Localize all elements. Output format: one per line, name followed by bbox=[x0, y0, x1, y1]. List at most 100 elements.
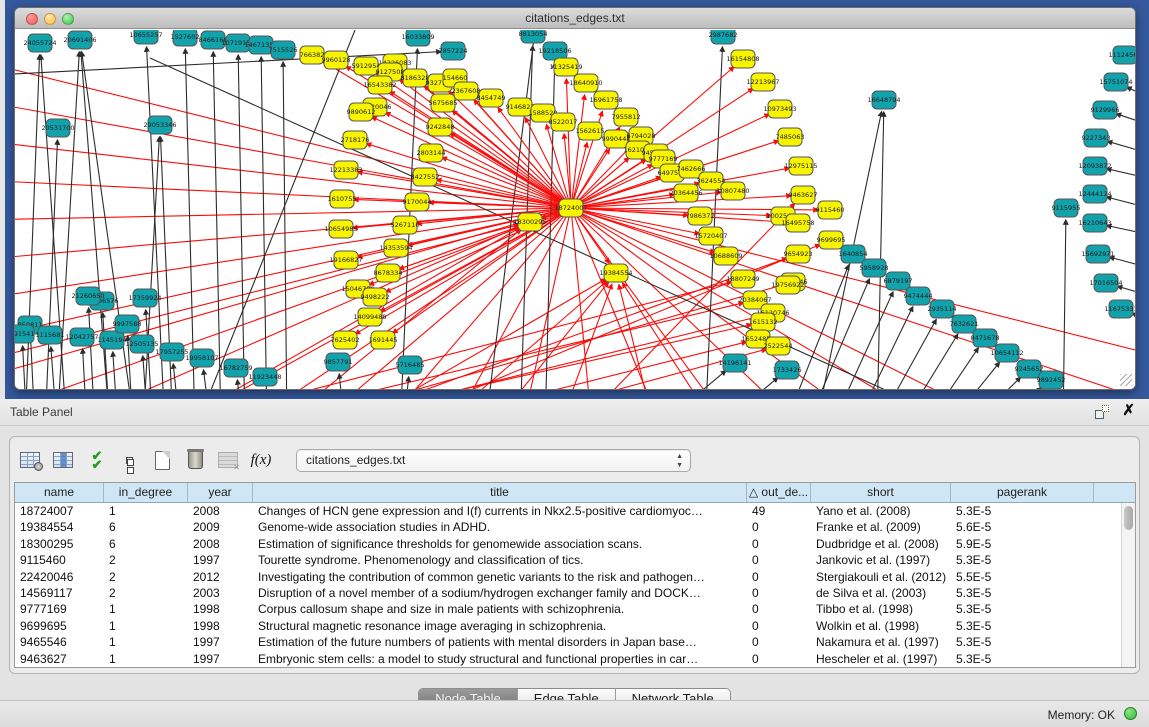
table-cell[interactable]: Tourette syndrome. Phenomenology and cla… bbox=[253, 552, 747, 568]
citation-edge-black[interactable] bbox=[875, 319, 936, 390]
graph-node[interactable]: 7485063 bbox=[776, 128, 805, 146]
table-cell[interactable]: 9115460 bbox=[15, 552, 104, 568]
citation-edge-black[interactable] bbox=[1108, 141, 1135, 158]
citation-edge-black[interactable] bbox=[261, 57, 267, 390]
graph-node[interactable]: 18300295 bbox=[513, 213, 546, 231]
table-cell[interactable]: Genome-wide association studies in ADHD. bbox=[253, 519, 747, 535]
graph-node[interactable]: 16210643 bbox=[1078, 214, 1111, 232]
graph-node[interactable]: 10655257 bbox=[129, 30, 162, 44]
table-cell[interactable]: 9777169 bbox=[15, 601, 104, 617]
citation-edge-black[interactable] bbox=[1118, 286, 1135, 300]
table-cell[interactable]: 6 bbox=[104, 536, 188, 552]
network-canvas[interactable]: 2405572420691406106552571527602846616010… bbox=[15, 30, 1135, 389]
graph-node[interactable]: 12213967 bbox=[746, 73, 779, 91]
graph-node[interactable]: 2522544 bbox=[764, 337, 793, 355]
table-vertical-scrollbar[interactable] bbox=[1121, 503, 1135, 667]
citation-edge-black[interactable] bbox=[1107, 169, 1135, 182]
graph-node[interactable]: 9892452 bbox=[1037, 371, 1066, 389]
graph-node[interactable]: 8678334 bbox=[374, 264, 403, 282]
graph-node[interactable]: 11124563 bbox=[1108, 46, 1135, 64]
table-cell[interactable]: 0 bbox=[747, 634, 811, 650]
citation-edge-black[interactable] bbox=[283, 62, 287, 390]
graph-node[interactable]: 5716485 bbox=[396, 356, 425, 374]
table-row[interactable]: 1938455462009Genome-wide association stu… bbox=[15, 519, 1121, 535]
function-builder-icon[interactable]: f(x) bbox=[249, 447, 273, 473]
graph-node[interactable]: 1115681 bbox=[36, 326, 65, 344]
graph-node[interactable]: 20691406 bbox=[63, 31, 96, 49]
graph-node[interactable]: 12444124 bbox=[1078, 185, 1111, 203]
graph-node[interactable]: 1145194 bbox=[98, 331, 127, 349]
graph-node[interactable]: 14196141 bbox=[718, 354, 751, 372]
table-cell[interactable]: 1998 bbox=[188, 618, 253, 634]
table-cell[interactable]: 14569117 bbox=[15, 585, 104, 601]
new-column-icon[interactable] bbox=[150, 447, 174, 473]
graph-node[interactable]: 14099488 bbox=[353, 308, 386, 326]
graph-node[interactable]: 12213383 bbox=[329, 161, 362, 179]
citation-edge-red[interactable] bbox=[571, 208, 1135, 360]
column-header-pagerank[interactable]: pagerank bbox=[951, 483, 1094, 502]
graph-node[interactable]: 7515526 bbox=[269, 41, 298, 59]
graph-node[interactable]: 19218506 bbox=[538, 42, 571, 60]
table-cell[interactable]: 0 bbox=[747, 601, 811, 617]
graph-node[interactable]: 9474444 bbox=[904, 287, 933, 305]
graph-node[interactable]: 9857791 bbox=[324, 353, 353, 371]
graph-node[interactable]: 5267110 bbox=[391, 216, 420, 234]
column-header-out_de[interactable]: △ out_de... bbox=[747, 483, 811, 502]
graph-node[interactable]: 16154808 bbox=[726, 50, 759, 68]
column-header-name[interactable]: name bbox=[15, 483, 104, 502]
table-cell[interactable]: Changes of HCN gene expression and I(f) … bbox=[253, 503, 747, 519]
table-cell[interactable]: 5.3E-5 bbox=[951, 618, 1094, 634]
table-cell[interactable]: 2 bbox=[104, 569, 188, 585]
graph-node[interactable]: 2935114 bbox=[928, 300, 957, 318]
table-row[interactable]: 1830029562008Estimation of significance … bbox=[15, 536, 1121, 552]
table-cell[interactable]: Structural magnetic resonance image aver… bbox=[253, 618, 747, 634]
graph-node[interactable]: 7857224 bbox=[439, 42, 468, 60]
citation-edge-black[interactable] bbox=[1127, 87, 1135, 105]
graph-node[interactable]: 18640910 bbox=[569, 74, 602, 92]
graph-node[interactable]: 14353594 bbox=[379, 239, 412, 257]
graph-node[interactable]: 16033809 bbox=[401, 30, 434, 46]
table-cell[interactable]: Estimation of significance thresholds fo… bbox=[253, 536, 747, 552]
table-cell[interactable]: Jankovic et al. (1997) bbox=[811, 552, 951, 568]
graph-node[interactable]: 8471678 bbox=[971, 329, 1000, 347]
graph-node[interactable]: 8427552 bbox=[411, 168, 440, 186]
graph-node[interactable]: 9115955 bbox=[1052, 199, 1081, 217]
graph-node[interactable]: 17957255 bbox=[155, 343, 188, 361]
citation-edge-red[interactable] bbox=[571, 208, 1135, 390]
close-window-button[interactable] bbox=[26, 13, 38, 25]
table-row[interactable]: 969969511998Structural magnetic resonanc… bbox=[15, 618, 1121, 634]
table-cell[interactable]: 9699695 bbox=[15, 618, 104, 634]
graph-node[interactable]: 15751074 bbox=[1099, 73, 1132, 91]
graph-node[interactable]: 10688609 bbox=[709, 247, 742, 265]
graph-node[interactable]: 11923448 bbox=[248, 368, 281, 386]
citation-edge-black[interactable] bbox=[990, 388, 1042, 390]
citation-edge-black[interactable] bbox=[185, 49, 195, 390]
table-cell[interactable]: 1 bbox=[104, 634, 188, 650]
zoom-window-button[interactable] bbox=[62, 13, 74, 25]
graph-node[interactable]: 11325419 bbox=[549, 58, 582, 76]
table-cell[interactable]: 2008 bbox=[188, 536, 253, 552]
table-selector-dropdown[interactable]: citations_edges.txt ▲▼ bbox=[296, 449, 691, 472]
table-cell[interactable]: Franke et al. (2009) bbox=[811, 519, 951, 535]
graph-node[interactable]: 18724007 bbox=[554, 199, 587, 217]
graph-node[interactable]: 9498222 bbox=[361, 288, 390, 306]
table-cell[interactable]: 2008 bbox=[188, 503, 253, 519]
table-mode-icon[interactable] bbox=[18, 447, 42, 473]
graph-node[interactable]: 9463627 bbox=[789, 186, 818, 204]
graph-node[interactable]: 19166827 bbox=[329, 251, 362, 269]
graph-node[interactable]: 24055724 bbox=[23, 34, 56, 52]
memory-status-indicator[interactable] bbox=[1124, 707, 1137, 720]
table-cell[interactable]: Embryonic stem cells: a model to study s… bbox=[253, 651, 747, 667]
graph-node[interactable]: 9699695 bbox=[817, 231, 846, 249]
table-cell[interactable]: Yano et al. (2008) bbox=[811, 503, 951, 519]
table-cell[interactable]: 1998 bbox=[188, 601, 253, 617]
graph-node[interactable]: 15720407 bbox=[694, 227, 727, 245]
graph-node[interactable]: 9654923 bbox=[784, 245, 813, 263]
graph-node[interactable]: 7625402 bbox=[331, 331, 360, 349]
citation-edge-black[interactable] bbox=[1063, 220, 1066, 390]
table-cell[interactable]: 0 bbox=[747, 519, 811, 535]
graph-node[interactable]: 9997588 bbox=[113, 315, 142, 333]
graph-node[interactable]: 1562615 bbox=[576, 122, 605, 140]
graph-node[interactable]: 19384554 bbox=[599, 264, 632, 282]
table-cell[interactable]: 5.3E-5 bbox=[951, 601, 1094, 617]
